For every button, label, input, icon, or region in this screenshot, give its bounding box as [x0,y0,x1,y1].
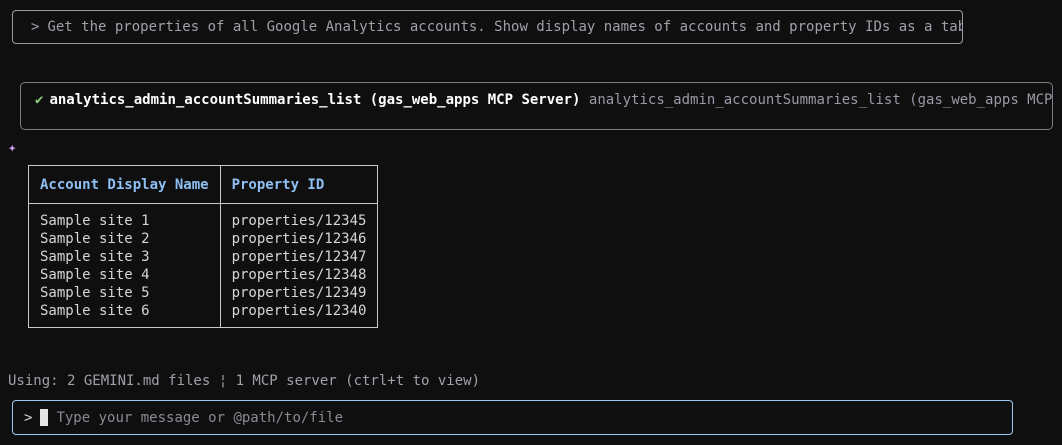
table-row: Sample site 4 properties/12348 [28,266,379,284]
property-cell: properties/12340 [219,302,379,328]
account-cell: Sample site 6 [28,302,221,328]
property-cell: properties/12345 [219,203,379,230]
tool-description: analytics_admin_accountSummaries_list (g… [588,92,1053,108]
prompt-marker: > [31,19,40,35]
account-cell: Sample site 1 [28,203,221,230]
property-cell: properties/12348 [219,266,379,284]
prompt-text: Get the properties of all Google Analyti… [47,19,963,35]
account-cell: Sample site 4 [28,266,221,284]
table-header-row: Account Display Name Property ID [28,165,379,204]
results-table: Account Display Name Property ID Sample … [28,165,379,328]
table-row: Sample site 2 properties/12346 [28,230,379,248]
input-placeholder: Type your message or @path/to/file [56,409,344,426]
column-header-account: Account Display Name [28,165,221,204]
sparkle-icon: ✦ [8,140,17,156]
table-row: Sample site 1 properties/12345 [28,203,379,230]
column-header-property: Property ID [219,165,379,204]
property-cell: properties/12346 [219,230,379,248]
account-cell: Sample site 2 [28,230,221,248]
property-cell: properties/12349 [219,284,379,302]
property-cell: properties/12347 [219,248,379,266]
input-marker: > [24,409,33,426]
tool-call-box: ✔ analytics_admin_accountSummaries_list (… [20,82,1053,130]
text-cursor [40,409,49,426]
tool-name: analytics_admin_accountSummaries_list (g… [49,92,581,108]
table-row: Sample site 5 properties/12349 [28,284,379,302]
account-cell: Sample site 3 [28,248,221,266]
checkmark-icon: ✔ [35,92,44,108]
table-row: Sample site 3 properties/12347 [28,248,379,266]
user-prompt-box: > Get the properties of all Google Analy… [12,10,963,44]
message-input[interactable]: > Type your message or @path/to/file [12,400,1013,435]
account-cell: Sample site 5 [28,284,221,302]
status-line: Using: 2 GEMINI.md files ¦ 1 MCP server … [8,373,481,389]
table-row: Sample site 6 properties/12340 [28,302,379,328]
